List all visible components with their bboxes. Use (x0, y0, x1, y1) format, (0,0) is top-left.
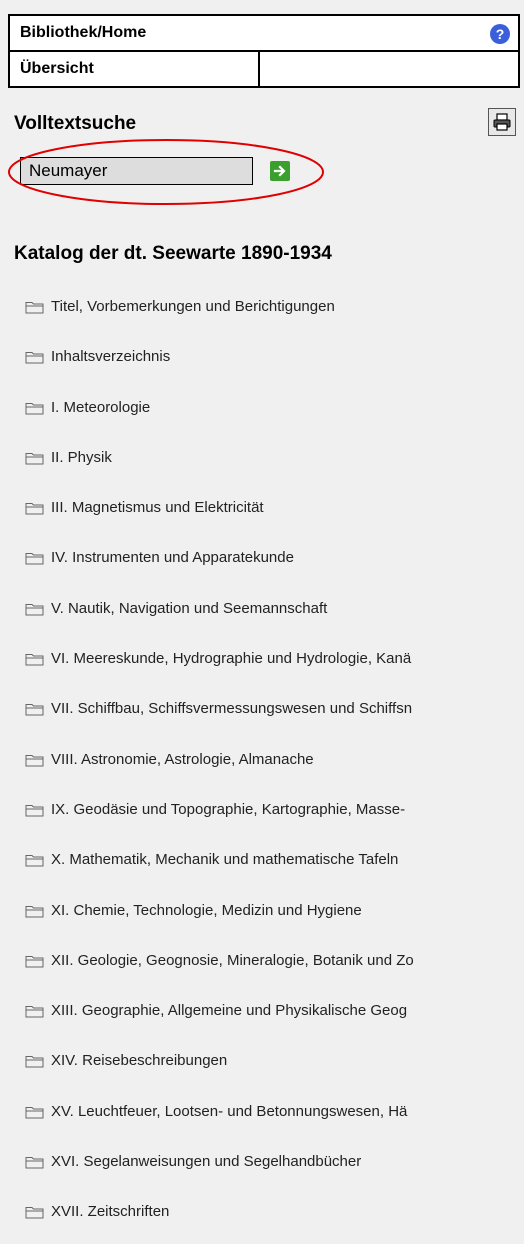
folder-icon (25, 855, 44, 867)
folder-icon (25, 603, 44, 616)
catalog-item[interactable]: Inhaltsverzeichnis (0, 338, 524, 388)
folder-icon (25, 503, 44, 515)
folder-icon (25, 352, 44, 364)
catalog-item[interactable]: XIV. Reisebeschreibungen (0, 1042, 524, 1092)
help-icon[interactable]: ? (490, 24, 510, 44)
folder-icon (25, 704, 44, 716)
folder-icon (25, 302, 44, 314)
catalog-item[interactable]: V. Nautik, Navigation und Seemannschaft (0, 590, 524, 640)
catalog-item-label: XVI. Segelanweisungen und Segelhandbüche… (51, 1153, 362, 1171)
catalog-item-label: X. Mathematik, Mechanik und mathematisch… (51, 851, 399, 869)
folder-icon (25, 955, 44, 968)
catalog-item-label: V. Nautik, Navigation und Seemannschaft (51, 599, 328, 617)
nav-overview-link[interactable]: Übersicht (20, 60, 94, 77)
folder-icon (25, 1157, 44, 1169)
catalog-item[interactable]: X. Mathematik, Mechanik und mathematisch… (0, 841, 524, 891)
catalog-item-label: III. Magnetismus und Elektricität (51, 499, 264, 517)
catalog-list: Titel, Vorbemerkungen und Berichtigungen… (0, 288, 524, 1244)
folder-icon (25, 1106, 44, 1119)
catalog-item-label: VII. Schiffbau, Schiffsvermessungswesen … (51, 700, 413, 718)
catalog-item-label: VIII. Astronomie, Astrologie, Almanache (51, 750, 314, 768)
catalog-item[interactable]: VI. Meereskunde, Hydrographie und Hydrol… (0, 640, 524, 690)
folder-icon (25, 553, 44, 565)
folder-icon (25, 1207, 44, 1219)
catalog-item-label: II. Physik (51, 448, 112, 466)
folder-icon (25, 402, 44, 415)
nav-row-home: Bibliothek/Home ? (8, 14, 520, 52)
catalog-item[interactable]: XI. Chemie, Technologie, Medizin und Hyg… (0, 892, 524, 942)
catalog-item-label: XIV. Reisebeschreibungen (51, 1052, 228, 1070)
catalog-item-label: XIII. Geographie, Allgemeine und Physika… (51, 1002, 408, 1020)
catalog-item-label: VI. Meereskunde, Hydrographie und Hydrol… (51, 650, 412, 668)
printer-icon[interactable] (488, 108, 516, 136)
catalog-item-label: XV. Leuchtfeuer, Lootsen- und Betonnungs… (51, 1102, 408, 1120)
nav-overview-cell[interactable]: Übersicht (8, 50, 260, 88)
catalog-item[interactable]: VIII. Astronomie, Astrologie, Almanache (0, 741, 524, 791)
folder-icon (25, 754, 44, 767)
folder-icon (25, 654, 44, 666)
catalog-item[interactable]: XVI. Segelanweisungen und Segelhandbüche… (0, 1143, 524, 1193)
catalog-item[interactable]: I. Meteorologie (0, 389, 524, 439)
catalog-item-label: IX. Geodäsie und Topographie, Kartograph… (51, 800, 406, 818)
catalog-item[interactable]: II. Physik (0, 439, 524, 489)
nav-home-cell[interactable]: Bibliothek/Home ? (8, 14, 520, 52)
catalog-item[interactable]: XIII. Geographie, Allgemeine und Physika… (0, 992, 524, 1042)
folder-icon (25, 1056, 44, 1068)
arrow-right-icon[interactable] (270, 161, 290, 181)
catalog-item[interactable]: XV. Leuchtfeuer, Lootsen- und Betonnungs… (0, 1093, 524, 1143)
catalog-item-label: IV. Instrumenten und Apparatekunde (51, 549, 294, 567)
folder-icon (25, 1006, 44, 1018)
nav-table: Bibliothek/Home ? Übersicht (8, 14, 520, 88)
catalog-item-label: I. Meteorologie (51, 398, 151, 416)
catalog-item-label: Titel, Vorbemerkungen und Berichtigungen (51, 298, 335, 315)
folder-icon (25, 804, 44, 817)
catalog-item-label: Inhaltsverzeichnis (51, 348, 171, 366)
catalog-item[interactable]: XII. Geologie, Geognosie, Mineralogie, B… (0, 942, 524, 992)
search-input[interactable] (20, 157, 253, 185)
catalog-item[interactable]: III. Magnetismus und Elektricität (0, 489, 524, 539)
catalog-item[interactable]: VII. Schiffbau, Schiffsvermessungswesen … (0, 690, 524, 740)
nav-row-overview: Übersicht (8, 50, 520, 88)
catalog-item-label: XII. Geologie, Geognosie, Mineralogie, B… (51, 951, 414, 969)
catalog-item[interactable]: XVII. Zeitschriften (0, 1193, 524, 1243)
nav-home-link[interactable]: Bibliothek/Home (20, 24, 146, 41)
catalog-item[interactable]: IX. Geodäsie und Topographie, Kartograph… (0, 791, 524, 841)
catalog-title: Katalog der dt. Seewarte 1890-1934 (14, 243, 332, 264)
folder-icon (25, 452, 44, 465)
nav-empty-cell (258, 50, 520, 88)
catalog-item[interactable]: Titel, Vorbemerkungen und Berichtigungen (0, 288, 524, 338)
folder-icon (25, 905, 44, 918)
catalog-item-label: XI. Chemie, Technologie, Medizin und Hyg… (51, 901, 362, 919)
catalog-item-label: XVII. Zeitschriften (51, 1203, 170, 1221)
catalog-item[interactable]: IV. Instrumenten und Apparatekunde (0, 539, 524, 589)
search-title: Volltextsuche (14, 113, 137, 134)
